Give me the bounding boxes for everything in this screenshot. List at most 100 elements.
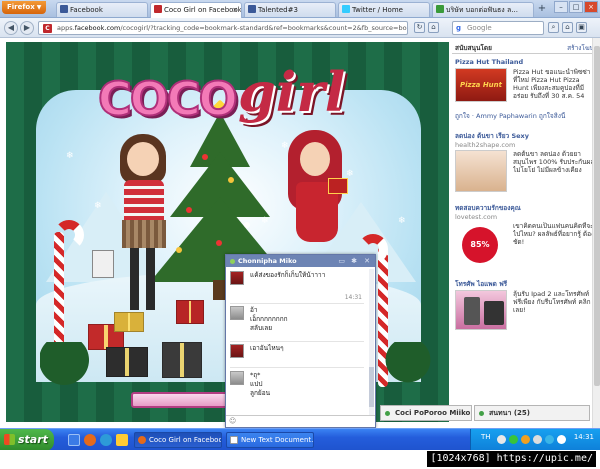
firefox-menu-button[interactable]: Firefox ▼ xyxy=(2,1,46,14)
help-icon[interactable] xyxy=(497,435,506,444)
shopping-bag xyxy=(92,250,114,278)
close-icon[interactable]: ✕ xyxy=(364,255,370,267)
gear-icon[interactable]: ✱ xyxy=(351,255,357,267)
forward-button[interactable]: ▶ xyxy=(20,21,34,35)
close-window-icon[interactable]: × xyxy=(584,1,598,13)
volume-icon[interactable] xyxy=(533,435,542,444)
tab-talented[interactable]: Talented#3 xyxy=(244,2,336,17)
girl-face xyxy=(300,142,330,176)
search-placeholder: Google xyxy=(467,24,492,32)
avatar xyxy=(230,271,244,285)
ad-image[interactable] xyxy=(455,150,507,192)
tab-label: Facebook xyxy=(70,6,103,14)
avatar xyxy=(230,306,244,320)
arrow-left-icon: ◀ xyxy=(7,23,15,32)
taskbar-item-firefox[interactable]: Coco Girl on Faceboo... xyxy=(134,432,222,448)
avatar xyxy=(230,371,244,385)
tab-thai-site[interactable]: บริษัท บอกต่อฟันธง ล... xyxy=(432,2,534,17)
ipad-image xyxy=(484,301,504,325)
facebook-icon xyxy=(60,5,68,13)
show-desktop-icon[interactable] xyxy=(68,434,80,446)
girl-logo: girl xyxy=(238,60,346,124)
message-text: อ้า เอ็กกกกกกกก สลับเลย xyxy=(250,306,288,332)
ad-like-text[interactable]: ถูกใจ · Ammy Paphawarin ถูกใจสิ่งนี้ xyxy=(455,112,595,120)
chat-message-input[interactable]: ☺ xyxy=(226,415,375,427)
divider xyxy=(230,341,364,342)
firefox-icon[interactable] xyxy=(84,434,96,446)
folder-icon[interactable] xyxy=(116,434,128,446)
system-tray: TH 14:31 xyxy=(470,429,600,451)
upic-watermark: [1024x768] https://upic.me/ xyxy=(427,451,596,467)
home-icon[interactable]: ⌂ xyxy=(428,22,439,33)
online-status-icon xyxy=(230,259,235,264)
ad-body: ลดต้นขา ลดน่อง ด้วยยาสมุนไพร 100% รับประ… xyxy=(513,150,595,174)
chat-message: *ถุ* แปป ลูกย้อน xyxy=(230,371,366,403)
close-tab-icon[interactable]: × xyxy=(232,3,238,17)
addon-icon[interactable]: ▣ xyxy=(576,22,587,33)
chat-message: แค้ส่งของรักก็เก็บให้น้าาาา xyxy=(230,271,366,289)
ad-pizza-hut[interactable]: Pizza Hut Thailand Pizza Hunt Pizza Hut … xyxy=(455,58,595,124)
pizza-hunt-logo: Pizza Hunt xyxy=(459,81,502,89)
ad-lovetest[interactable]: ทดสอบความรักของคุณ lovetest.com 85% เขาค… xyxy=(455,204,595,278)
coco-logo: COCO xyxy=(97,71,239,127)
google-icon: g xyxy=(456,24,462,32)
page-scrollbar[interactable] xyxy=(592,38,600,428)
address-bar[interactable]: C apps.facebook.com/cocogirl/?tracking_c… xyxy=(38,21,408,35)
antivirus-icon[interactable] xyxy=(521,435,530,444)
chat-tab-online-friends[interactable]: สนทนา (25) xyxy=(474,405,590,421)
window-controls: – □ × xyxy=(553,1,598,13)
taskbar-item-notepad[interactable]: New Text Document.... xyxy=(226,432,314,448)
search-icon[interactable]: ⌕ xyxy=(548,22,559,33)
create-ad-link[interactable]: สร้างโฆษ xyxy=(567,42,594,54)
chat-scrollbar[interactable] xyxy=(369,269,374,419)
ad-body: Pizza Hut ขอแนะนำพิซซ่า ที่ใหม่ Pizza Hu… xyxy=(513,68,591,100)
chat-window[interactable]: Chonnipha Miko ▭ ✱ ✕ แค้ส่งของรักก็เก็บใ… xyxy=(225,254,376,428)
maximize-icon[interactable]: □ xyxy=(569,1,583,13)
ad-image[interactable]: Pizza Hunt xyxy=(455,68,507,102)
chat-tab-contact[interactable]: Coci PoPoroo Miiko xyxy=(380,405,472,421)
tab-twitter[interactable]: Twitter / Home xyxy=(338,2,430,17)
tab-coco-girl[interactable]: Coco Girl on Facebook × xyxy=(150,2,242,18)
sponsored-label: สนับสนุนโดย xyxy=(455,44,492,52)
ad-domain: lovetest.com xyxy=(455,213,498,221)
ad-image[interactable] xyxy=(455,290,507,330)
language-indicator[interactable]: TH xyxy=(481,433,491,441)
search-input[interactable]: g Google xyxy=(452,21,544,35)
internet-explorer-icon[interactable] xyxy=(100,434,112,446)
home-icon[interactable]: ⌂ xyxy=(562,22,573,33)
chat-header[interactable]: Chonnipha Miko ▭ ✱ ✕ xyxy=(226,255,375,267)
update-icon[interactable] xyxy=(557,435,566,444)
ad-title[interactable]: ลดน่อง ต้นขา เรียว Sexy xyxy=(455,132,595,141)
chat-contact-name: Chonnipha Miko xyxy=(238,257,297,265)
ad-health[interactable]: ลดน่อง ต้นขา เรียว Sexy health2shape.com… xyxy=(455,132,595,200)
scroll-thumb[interactable] xyxy=(594,46,600,386)
new-tab-button[interactable]: + xyxy=(536,3,548,16)
snowflake-icon: ❄ xyxy=(94,201,102,211)
scroll-thumb[interactable] xyxy=(369,367,374,407)
navigation-toolbar: ◀ ▶ C apps.facebook.com/cocogirl/?tracki… xyxy=(0,18,600,38)
ad-image[interactable]: 85% xyxy=(455,222,507,270)
messenger-icon[interactable] xyxy=(545,435,554,444)
ornament xyxy=(216,240,222,246)
reload-icon[interactable]: ↻ xyxy=(414,22,425,33)
ad-ipad[interactable]: โทรศัพ ไอแพด ฟรี ลุ้นรับ Ipad 2 และโทรศั… xyxy=(455,280,595,340)
start-button[interactable]: start xyxy=(0,429,54,451)
video-call-icon[interactable]: ▭ xyxy=(338,255,345,267)
back-button[interactable]: ◀ xyxy=(4,21,18,35)
chat-message: 14:31 5555 xyxy=(230,293,366,303)
sponsored-sidebar: สนับสนุนโดย สร้างโฆษ Pizza Hut Thailand … xyxy=(452,42,598,412)
facebook-icon xyxy=(248,5,256,13)
ad-title[interactable]: ทดสอบความรักของคุณ xyxy=(455,204,595,213)
tab-label: Coco Girl on Facebook xyxy=(164,6,242,14)
browser-tab-bar: Firefox ▼ Facebook Coco Girl on Facebook ×… xyxy=(0,0,600,18)
url-path: /cocogirl/?tracking_code=bookmark-standa… xyxy=(120,24,408,32)
cocogirl-icon xyxy=(154,5,162,13)
minimize-icon[interactable]: – xyxy=(554,1,568,13)
girl-leg xyxy=(146,248,155,310)
chevron-down-icon: ▼ xyxy=(36,4,42,11)
emoticon-icon[interactable]: ☺ xyxy=(229,417,236,425)
tab-facebook[interactable]: Facebook xyxy=(56,2,148,17)
network-icon[interactable] xyxy=(509,435,518,444)
ad-title[interactable]: Pizza Hut Thailand xyxy=(455,58,595,67)
ad-title[interactable]: โทรศัพ ไอแพด ฟรี xyxy=(455,280,595,289)
